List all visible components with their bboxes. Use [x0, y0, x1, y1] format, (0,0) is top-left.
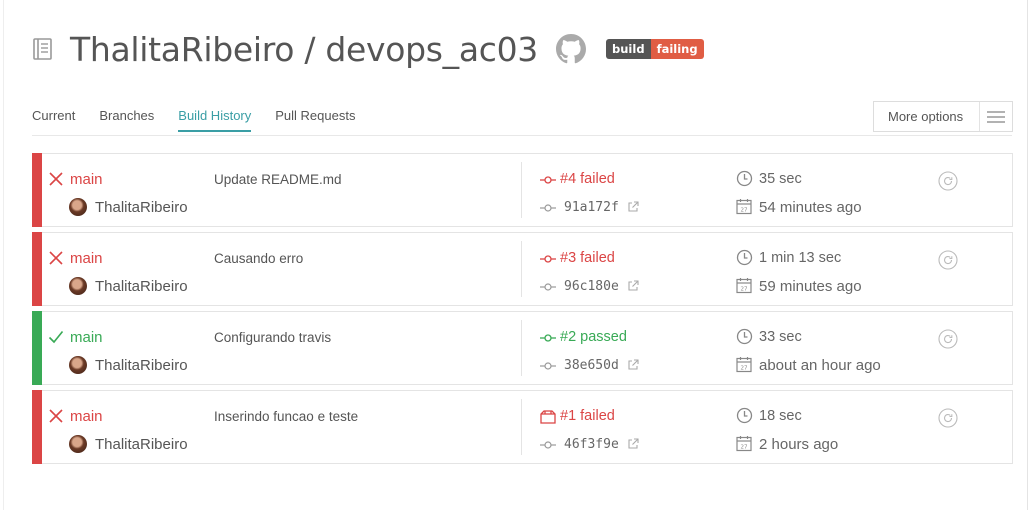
external-link-icon[interactable] — [627, 437, 639, 449]
more-options-label: More options — [888, 109, 964, 124]
column-divider — [521, 320, 522, 376]
build-row[interactable]: main ThalitaRibeiro Inserindo funcao e t… — [32, 390, 1013, 464]
tabs-divider — [32, 135, 1012, 136]
restart-build-icon[interactable] — [938, 250, 958, 270]
repo-header: ThalitaRibeiro / devops_ac03 build faili… — [32, 26, 704, 72]
repo-tabs: Current Branches Build History Pull Requ… — [32, 108, 379, 132]
build-row[interactable]: main ThalitaRibeiro Causando erro #3 fai… — [32, 232, 1013, 306]
commit-icon — [540, 251, 556, 267]
github-icon[interactable] — [556, 34, 587, 64]
column-divider — [521, 162, 522, 218]
tab-current[interactable]: Current — [32, 108, 75, 132]
clock-icon — [736, 170, 753, 187]
avatar — [69, 356, 87, 374]
commit-message[interactable]: Configurando travis — [214, 330, 331, 345]
build-duration: 35 sec — [759, 171, 802, 187]
commit-icon — [540, 200, 556, 216]
build-number[interactable]: #3 failed — [560, 250, 615, 266]
x-icon — [48, 171, 64, 187]
author-name: ThalitaRibeiro — [95, 436, 188, 453]
push-icon — [540, 409, 556, 425]
restart-build-icon[interactable] — [938, 408, 958, 428]
calendar-icon: 27 — [736, 277, 752, 294]
svg-text:27: 27 — [741, 287, 748, 293]
commit-message[interactable]: Causando erro — [214, 251, 303, 266]
calendar-icon: 27 — [736, 435, 752, 452]
build-number[interactable]: #4 failed — [560, 171, 615, 187]
commit-sha[interactable]: 96c180e — [564, 279, 619, 294]
restart-build-icon[interactable] — [938, 171, 958, 191]
finished-time: 59 minutes ago — [759, 278, 862, 295]
commit-icon — [540, 330, 556, 346]
finished-time: 54 minutes ago — [759, 199, 862, 216]
page-edge — [0, 0, 4, 510]
commit-message[interactable]: Inserindo funcao e teste — [214, 409, 358, 424]
build-row[interactable]: main ThalitaRibeiro Update README.md #4 … — [32, 153, 1013, 227]
branch-name[interactable]: main — [70, 329, 103, 346]
commit-message[interactable]: Update README.md — [214, 172, 342, 187]
calendar-icon: 27 — [736, 198, 752, 215]
hamburger-menu-icon[interactable] — [978, 102, 1012, 131]
commit-sha[interactable]: 38e650d — [564, 358, 619, 373]
column-divider — [521, 399, 522, 455]
tab-branches[interactable]: Branches — [99, 108, 154, 132]
finished-time: 2 hours ago — [759, 436, 839, 453]
svg-text:27: 27 — [741, 208, 748, 214]
branch-name[interactable]: main — [70, 250, 103, 267]
external-link-icon[interactable] — [627, 200, 639, 212]
clock-icon — [736, 328, 753, 345]
build-history-list: main ThalitaRibeiro Update README.md #4 … — [32, 153, 1013, 469]
commit-icon — [540, 437, 556, 453]
author-name: ThalitaRibeiro — [95, 278, 188, 295]
commit-sha[interactable]: 91a172f — [564, 200, 619, 215]
avatar — [69, 435, 87, 453]
more-options-button[interactable]: More options — [873, 101, 1013, 132]
build-status-badge[interactable]: build failing — [606, 39, 704, 59]
column-divider — [521, 241, 522, 297]
svg-text:27: 27 — [741, 445, 748, 451]
author-name: ThalitaRibeiro — [95, 357, 188, 374]
badge-status: failing — [650, 39, 704, 59]
tab-pull-requests[interactable]: Pull Requests — [275, 108, 355, 132]
badge-label: build — [606, 39, 651, 59]
finished-time: about an hour ago — [759, 357, 881, 374]
clock-icon — [736, 249, 753, 266]
commit-icon — [540, 279, 556, 295]
clock-icon — [736, 407, 753, 424]
status-bar — [32, 232, 42, 306]
check-icon — [48, 329, 64, 345]
repo-book-icon — [32, 37, 54, 61]
external-link-icon[interactable] — [627, 279, 639, 291]
commit-icon — [540, 358, 556, 374]
external-link-icon[interactable] — [627, 358, 639, 370]
build-duration: 18 sec — [759, 408, 802, 424]
tab-build-history[interactable]: Build History — [178, 108, 252, 132]
build-duration: 1 min 13 sec — [759, 250, 842, 266]
restart-build-icon[interactable] — [938, 329, 958, 349]
x-icon — [48, 408, 64, 424]
build-row[interactable]: main ThalitaRibeiro Configurando travis … — [32, 311, 1013, 385]
avatar — [69, 277, 87, 295]
build-duration: 33 sec — [759, 329, 802, 345]
repo-title[interactable]: ThalitaRibeiro / devops_ac03 — [70, 30, 538, 69]
build-number[interactable]: #1 failed — [560, 408, 615, 424]
build-number[interactable]: #2 passed — [560, 329, 627, 345]
branch-name[interactable]: main — [70, 171, 103, 188]
commit-sha[interactable]: 46f3f9e — [564, 437, 619, 452]
commit-icon — [540, 172, 556, 188]
status-bar — [32, 390, 42, 464]
calendar-icon: 27 — [736, 356, 752, 373]
status-bar — [32, 153, 42, 227]
branch-name[interactable]: main — [70, 408, 103, 425]
avatar — [69, 198, 87, 216]
svg-text:27: 27 — [741, 366, 748, 372]
status-bar — [32, 311, 42, 385]
x-icon — [48, 250, 64, 266]
author-name: ThalitaRibeiro — [95, 199, 188, 216]
